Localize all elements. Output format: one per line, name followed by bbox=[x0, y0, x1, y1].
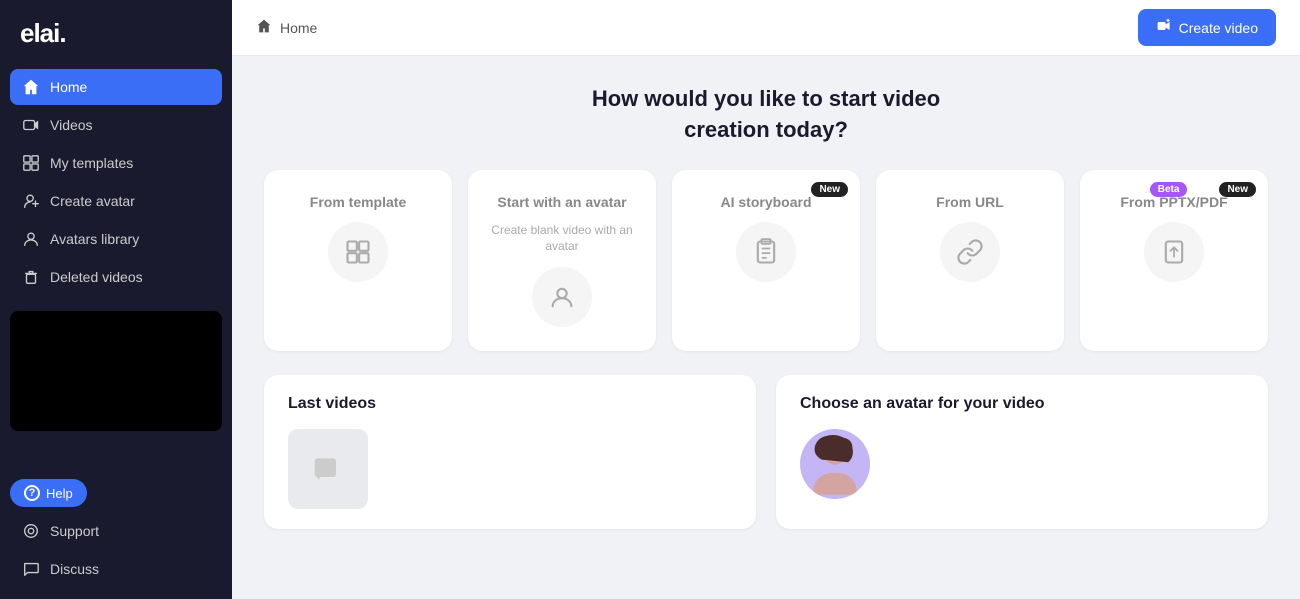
help-circle-icon: ? bbox=[24, 485, 40, 501]
sidebar-item-discuss[interactable]: Discuss bbox=[10, 551, 222, 587]
help-button[interactable]: ? Help bbox=[10, 479, 87, 507]
clipboard-icon-container bbox=[736, 222, 796, 282]
sidebar-item-deleted-videos-label: Deleted videos bbox=[50, 269, 143, 285]
link-icon-container bbox=[940, 222, 1000, 282]
video-icon bbox=[22, 116, 40, 134]
breadcrumb-label: Home bbox=[280, 20, 317, 36]
sidebar-item-support-label: Support bbox=[50, 523, 99, 539]
templates-icon bbox=[22, 154, 40, 172]
grid-icon-container bbox=[328, 222, 388, 282]
main-content: Home Create video How would you like to … bbox=[232, 0, 1300, 599]
new-badge-pptx: New bbox=[1219, 182, 1256, 197]
card-ai-storyboard[interactable]: New AI storyboard bbox=[672, 170, 860, 352]
sidebar-item-my-templates[interactable]: My templates bbox=[10, 145, 222, 181]
sidebar-item-deleted-videos[interactable]: Deleted videos bbox=[10, 259, 222, 295]
option-cards-row: From template Start with an avatar Creat… bbox=[264, 170, 1268, 352]
home-icon bbox=[22, 78, 40, 96]
create-avatar-icon bbox=[22, 192, 40, 210]
breadcrumb: Home bbox=[256, 18, 317, 37]
sidebar: elai. Home Videos My templates Create av… bbox=[0, 0, 232, 599]
create-video-icon bbox=[1156, 18, 1172, 37]
sidebar-item-create-avatar[interactable]: Create avatar bbox=[10, 183, 222, 219]
trash-icon bbox=[22, 268, 40, 286]
avatars-library-icon bbox=[22, 230, 40, 248]
sidebar-item-my-templates-label: My templates bbox=[50, 155, 133, 171]
help-label: Help bbox=[46, 486, 73, 501]
logo: elai. bbox=[0, 0, 232, 65]
last-videos-title: Last videos bbox=[288, 395, 732, 413]
card-from-pptx[interactable]: Beta New From PPTX/PDF bbox=[1080, 170, 1268, 352]
creation-title: How would you like to start videocreatio… bbox=[264, 84, 1268, 146]
creation-section: How would you like to start videocreatio… bbox=[264, 84, 1268, 351]
video-thumbnail[interactable] bbox=[288, 429, 368, 509]
sidebar-item-support[interactable]: Support bbox=[10, 513, 222, 549]
avatar-thumbnail[interactable] bbox=[800, 429, 870, 499]
sidebar-item-home[interactable]: Home bbox=[10, 69, 222, 105]
create-video-label: Create video bbox=[1179, 20, 1258, 36]
upload-icon-container bbox=[1144, 222, 1204, 282]
breadcrumb-home-icon bbox=[256, 18, 272, 37]
sidebar-item-create-avatar-label: Create avatar bbox=[50, 193, 135, 209]
card-from-url[interactable]: From URL bbox=[876, 170, 1064, 352]
avatar-content bbox=[800, 429, 1244, 499]
bottom-row: Last videos Choose an avatar for your vi… bbox=[264, 375, 1268, 529]
sidebar-item-avatars-library[interactable]: Avatars library bbox=[10, 221, 222, 257]
create-video-button[interactable]: Create video bbox=[1138, 9, 1276, 46]
content-area: How would you like to start videocreatio… bbox=[232, 56, 1300, 599]
sidebar-thumbnail bbox=[10, 311, 222, 431]
sidebar-item-home-label: Home bbox=[50, 79, 87, 95]
last-videos-card: Last videos bbox=[264, 375, 756, 529]
card-storyboard-title: AI storyboard bbox=[720, 194, 811, 210]
card-url-title: From URL bbox=[936, 194, 1004, 210]
choose-avatar-title: Choose an avatar for your video bbox=[800, 395, 1244, 413]
last-videos-content bbox=[288, 429, 732, 509]
discuss-icon bbox=[22, 560, 40, 578]
sidebar-bottom: ? Help Support Discuss bbox=[0, 471, 232, 599]
header: Home Create video bbox=[232, 0, 1300, 56]
card-avatar-subtitle: Create blank video with an avatar bbox=[488, 222, 636, 256]
card-start-with-avatar[interactable]: Start with an avatar Create blank video … bbox=[468, 170, 656, 352]
sidebar-item-videos[interactable]: Videos bbox=[10, 107, 222, 143]
support-icon bbox=[22, 522, 40, 540]
person-circle-icon-container bbox=[532, 267, 592, 327]
sidebar-item-avatars-library-label: Avatars library bbox=[50, 231, 139, 247]
card-from-template[interactable]: From template bbox=[264, 170, 452, 352]
sidebar-nav: Home Videos My templates Create avatar A bbox=[0, 65, 232, 299]
choose-avatar-card: Choose an avatar for your video bbox=[776, 375, 1268, 529]
card-avatar-title: Start with an avatar bbox=[497, 194, 626, 210]
beta-badge: Beta bbox=[1150, 182, 1188, 197]
card-from-template-title: From template bbox=[310, 194, 406, 210]
sidebar-item-discuss-label: Discuss bbox=[50, 561, 99, 577]
new-badge-storyboard: New bbox=[811, 182, 848, 197]
sidebar-item-videos-label: Videos bbox=[50, 117, 93, 133]
